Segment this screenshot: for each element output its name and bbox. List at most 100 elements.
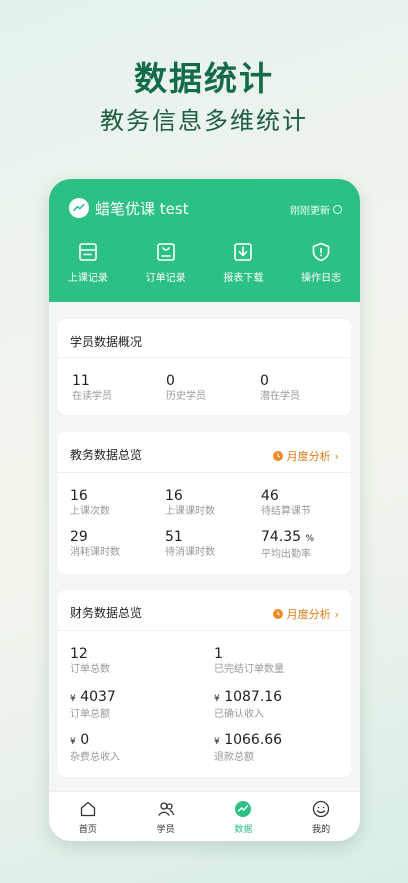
stat-number: 1066.66 (224, 732, 283, 748)
quick-action-order-record[interactable]: 订单记录 (127, 241, 205, 284)
card-title: 学员数据概况 (70, 335, 143, 349)
stat-consumed-hours[interactable]: 29 消耗课时数 (70, 529, 120, 559)
card-title: 财务数据总览 (70, 606, 143, 620)
stat-value: 1 (214, 646, 223, 662)
card-title: 教务数据总览 (70, 448, 143, 462)
stat-number: 1087.16 (224, 689, 283, 705)
stat-value: 0 (260, 373, 269, 389)
stat-attendance-rate[interactable]: 74.35 % 平均出勤率 (261, 529, 314, 561)
app-logo-icon (69, 198, 89, 218)
quick-action-label: 订单记录 (145, 273, 186, 284)
quick-action-label: 操作日志 (301, 273, 342, 284)
stat-class-hours[interactable]: 16 上课课时数 (165, 488, 215, 518)
divider (58, 630, 351, 631)
stat-value: ¥ 4037 (70, 689, 116, 707)
stat-label: 已完结订单数量 (214, 664, 284, 675)
clock-icon (272, 451, 283, 461)
hero-title: 数据统计 (134, 59, 274, 98)
order-record-icon (156, 243, 175, 261)
stat-value: 74.35 % (261, 529, 314, 547)
phone-screen: 蜡笔优课 test 刚刚更新 上课记录 订单记录 报表下载 操作日志 学员数据概… (49, 179, 360, 841)
quick-action-label: 上课记录 (67, 273, 108, 284)
stat-value: 12 (70, 646, 88, 662)
stat-label: 上课课时数 (165, 506, 215, 517)
stat-value: 16 (70, 488, 88, 504)
currency-symbol: ¥ (214, 737, 220, 747)
stat-history-students[interactable]: 0 历史学员 (166, 373, 206, 403)
stat-confirmed-income[interactable]: ¥ 1087.16 已确认收入 (214, 689, 282, 721)
stat-class-count[interactable]: 16 上课次数 (70, 488, 110, 518)
stat-value: 29 (70, 529, 88, 545)
stat-order-amount[interactable]: ¥ 4037 订单总额 (70, 689, 116, 721)
stat-completed-orders[interactable]: 1 已完结订单数量 (214, 646, 284, 676)
stat-value: 11 (72, 373, 90, 389)
stat-label: 潜在学员 (260, 391, 300, 402)
shield-icon (312, 242, 330, 262)
currency-symbol: ¥ (70, 694, 76, 704)
stat-value: ¥ 0 (70, 732, 120, 750)
stat-pending-hours[interactable]: 51 待消课时数 (165, 529, 215, 559)
finance-overview-card: 财务数据总览 月度分析 › 12 订单总数 1 已完结订单数量 ¥ 4037 订… (58, 590, 351, 777)
tab-label: 我的 (312, 825, 331, 835)
home-icon (80, 801, 96, 817)
monthly-analysis-label: 月度分析 (286, 450, 331, 463)
academic-overview-card: 教务数据总览 月度分析 › 16 上课次数 16 上课课时数 46 待结算课节 … (58, 432, 351, 574)
stat-value: ¥ 1087.16 (214, 689, 282, 707)
chevron-right-icon: › (334, 607, 339, 621)
quick-action-class-record[interactable]: 上课记录 (49, 241, 127, 284)
tab-students[interactable]: 学员 (127, 792, 205, 841)
students-icon (157, 802, 174, 816)
stat-misc-income[interactable]: ¥ 0 杂费总收入 (70, 732, 120, 764)
stat-label: 已确认收入 (214, 709, 264, 720)
chevron-right-icon: › (334, 449, 339, 463)
stat-unit: % (305, 534, 315, 544)
stat-label: 杂费总收入 (70, 752, 120, 763)
stat-label: 订单总数 (70, 664, 110, 675)
divider (58, 357, 351, 358)
currency-symbol: ¥ (70, 737, 76, 747)
quick-action-label: 报表下载 (223, 273, 264, 284)
profile-icon (312, 800, 330, 818)
stat-label: 上课次数 (70, 506, 110, 517)
tab-data[interactable]: 数据 (205, 792, 283, 841)
stat-value: ¥ 1066.66 (214, 732, 282, 750)
refresh-button[interactable]: 刚刚更新 (290, 202, 342, 217)
stat-label: 平均出勤率 (261, 549, 311, 560)
tab-label: 学员 (156, 825, 175, 835)
tab-label: 数据 (234, 825, 253, 835)
stat-label: 消耗课时数 (70, 547, 120, 558)
stat-label: 退款总额 (214, 752, 254, 763)
bottom-tab-bar: 首页 学员 数据 我的 (49, 791, 360, 841)
monthly-analysis-link[interactable]: 月度分析 › (272, 448, 339, 464)
monthly-analysis-link[interactable]: 月度分析 › (272, 606, 339, 622)
stat-label: 订单总额 (70, 709, 110, 720)
stat-value: 0 (166, 373, 175, 389)
stat-label: 在读学员 (72, 391, 112, 402)
app-header: 蜡笔优课 test 刚刚更新 上课记录 订单记录 报表下载 操作日志 (49, 179, 360, 302)
clock-icon (272, 609, 283, 619)
tab-profile[interactable]: 我的 (282, 792, 360, 841)
stat-number: 0 (80, 732, 90, 748)
divider (58, 472, 351, 473)
data-icon (235, 801, 252, 817)
refresh-icon (333, 205, 342, 214)
stat-number: 74.35 (261, 529, 302, 545)
stat-order-count[interactable]: 12 订单总数 (70, 646, 110, 676)
stat-value: 16 (165, 488, 183, 504)
currency-symbol: ¥ (214, 694, 220, 704)
app-name: 蜡笔优课 test (95, 200, 189, 218)
stat-pending-settlement[interactable]: 46 待结算课节 (261, 488, 311, 518)
stat-refund-total[interactable]: ¥ 1066.66 退款总额 (214, 732, 282, 764)
stat-label: 待结算课节 (261, 506, 311, 517)
monthly-analysis-label: 月度分析 (286, 608, 331, 621)
quick-action-report-download[interactable]: 报表下载 (205, 241, 283, 284)
stat-value: 51 (165, 529, 183, 545)
hero-subtitle: 教务信息多维统计 (100, 107, 308, 135)
stat-potential-students[interactable]: 0 潜在学员 (260, 373, 300, 403)
tab-home[interactable]: 首页 (49, 792, 127, 841)
quick-actions: 上课记录 订单记录 报表下载 操作日志 (49, 241, 360, 284)
stat-current-students[interactable]: 11 在读学员 (72, 373, 112, 403)
quick-action-operation-log[interactable]: 操作日志 (282, 241, 360, 284)
refresh-label: 刚刚更新 (290, 206, 330, 217)
tab-label: 首页 (78, 825, 97, 835)
